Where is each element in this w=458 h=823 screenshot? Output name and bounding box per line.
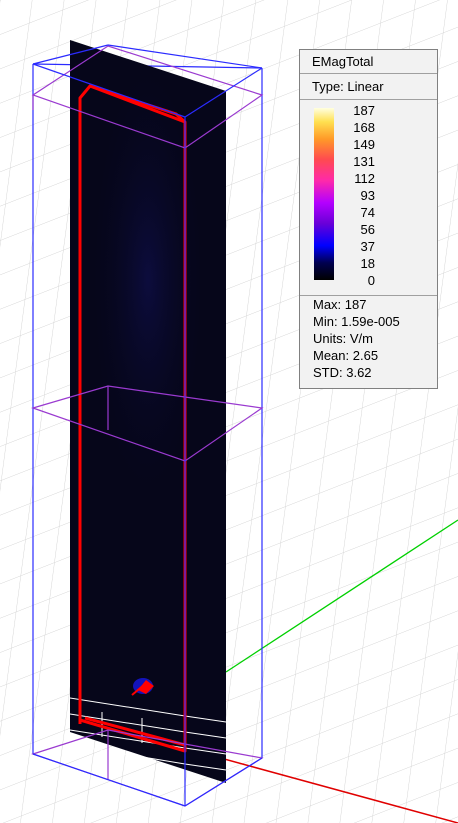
stat-std: STD: 3.62	[313, 365, 372, 380]
legend-colorscale: 187 168 149 131 112 93 74 56 37 18 0	[300, 100, 437, 296]
field-legend[interactable]: EMagTotal Type: Linear 187 168 149 131 1…	[299, 49, 438, 389]
legend-title: EMagTotal	[300, 50, 437, 74]
legend-statistics: Max: 187 Min: 1.59e-005 Units: V/m Mean:…	[300, 296, 437, 381]
field-glow	[88, 50, 208, 510]
legend-tick: 37	[360, 239, 375, 254]
legend-tick: 168	[353, 120, 375, 135]
legend-tick: 187	[353, 103, 375, 118]
legend-tick: 18	[360, 256, 375, 271]
legend-scale-type: Type: Linear	[300, 74, 437, 100]
legend-tick: 149	[353, 137, 375, 152]
legend-tick: 56	[360, 222, 375, 237]
legend-tick: 93	[360, 188, 375, 203]
colorbar	[314, 108, 334, 280]
legend-tick: 131	[353, 154, 375, 169]
stat-units: Units: V/m	[313, 331, 373, 346]
legend-tick: 0	[367, 273, 375, 288]
stat-max: Max: 187	[313, 297, 367, 312]
stat-mean: Mean: 2.65	[313, 348, 379, 363]
stat-min: Min: 1.59e-005	[313, 314, 400, 329]
legend-tick: 74	[360, 205, 375, 220]
legend-tick: 112	[354, 171, 375, 186]
